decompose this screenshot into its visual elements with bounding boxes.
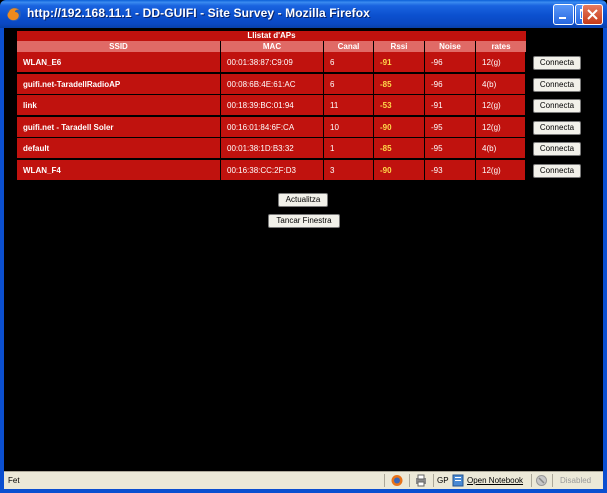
column-header-rates: rates bbox=[476, 41, 526, 52]
mac-cell: 00:18:39:BC:01:94 bbox=[221, 95, 324, 116]
channel-cell: 1 bbox=[324, 138, 374, 159]
page-content: Llistat d'APs SSID MAC Canal Rssi Noise … bbox=[4, 28, 603, 471]
rates-cell: 4(b) bbox=[476, 138, 526, 159]
noise-cell: -95 bbox=[425, 138, 476, 159]
minimize-button[interactable] bbox=[553, 4, 574, 25]
disabled-label: Disabled bbox=[560, 476, 592, 485]
column-header-noise: Noise bbox=[425, 41, 476, 52]
channel-cell: 3 bbox=[324, 159, 374, 181]
window-titlebar[interactable]: http://192.168.11.1 - DD-GUIFI - Site Su… bbox=[0, 0, 607, 28]
window-title: http://192.168.11.1 - DD-GUIFI - Site Su… bbox=[27, 6, 370, 20]
noise-cell: -91 bbox=[425, 95, 476, 116]
close-window-page-button[interactable]: Tancar Finestra bbox=[268, 214, 340, 228]
channel-cell: 6 bbox=[324, 73, 374, 95]
rssi-cell: -90 bbox=[374, 116, 425, 138]
channel-cell: 10 bbox=[324, 116, 374, 138]
ssid-cell: WLAN_E6 bbox=[17, 52, 221, 73]
mac-cell: 00:16:01:84:6F:CA bbox=[221, 116, 324, 138]
rssi-cell: -85 bbox=[374, 73, 425, 95]
ssid-cell: link bbox=[17, 95, 221, 116]
gp-label[interactable]: GP bbox=[437, 474, 449, 487]
column-header-mac: MAC bbox=[221, 41, 324, 52]
connect-button[interactable]: Connecta bbox=[533, 163, 581, 178]
rates-cell: 12(g) bbox=[476, 95, 526, 116]
rssi-cell: -85 bbox=[374, 138, 425, 159]
rates-cell: 12(g) bbox=[476, 159, 526, 181]
column-header-rssi: Rssi bbox=[374, 41, 425, 52]
mac-cell: 00:01:38:87:C9:09 bbox=[221, 52, 324, 73]
connect-button[interactable]: Connecta bbox=[533, 120, 581, 135]
refresh-button[interactable]: Actualitza bbox=[278, 193, 328, 207]
ssid-cell: default bbox=[17, 138, 221, 159]
rates-cell: 12(g) bbox=[476, 116, 526, 138]
connect-button[interactable]: Connecta bbox=[533, 56, 581, 70]
ssid-cell: WLAN_F4 bbox=[17, 159, 221, 181]
noise-cell: -96 bbox=[425, 73, 476, 95]
noise-cell: -95 bbox=[425, 116, 476, 138]
channel-cell: 6 bbox=[324, 52, 374, 73]
rssi-cell: -90 bbox=[374, 159, 425, 181]
minimize-icon bbox=[559, 17, 566, 19]
notebook-icon[interactable] bbox=[452, 474, 464, 487]
column-header-canal: Canal bbox=[324, 41, 374, 52]
close-icon bbox=[587, 9, 598, 20]
close-window-button[interactable] bbox=[582, 4, 603, 25]
rssi-cell: -91 bbox=[374, 52, 425, 73]
firefox-icon bbox=[6, 6, 22, 22]
noise-cell: -93 bbox=[425, 159, 476, 181]
firefox-status-icon[interactable] bbox=[390, 474, 404, 487]
status-bar: Fet GP Open Notebook Disabled bbox=[4, 471, 603, 489]
ssid-cell: guifi.net-TaradellRadioAP bbox=[17, 73, 221, 95]
open-notebook-link[interactable]: Open Notebook bbox=[467, 474, 523, 487]
connect-button[interactable]: Connecta bbox=[533, 99, 581, 113]
rates-cell: 4(b) bbox=[476, 73, 526, 95]
disabled-status-icon bbox=[535, 474, 548, 487]
rssi-cell: -53 bbox=[374, 95, 425, 116]
mac-cell: 00:16:38:CC:2F:D3 bbox=[221, 159, 324, 181]
connect-button[interactable]: Connecta bbox=[533, 142, 581, 156]
noise-cell: -96 bbox=[425, 52, 476, 73]
column-header-ssid: SSID bbox=[17, 41, 221, 52]
ssid-cell: guifi.net - Taradell Soler bbox=[17, 116, 221, 138]
mac-cell: 00:01:38:1D:B3:32 bbox=[221, 138, 324, 159]
connect-button[interactable]: Connecta bbox=[533, 77, 581, 92]
mac-cell: 00:08:6B:4E:61:AC bbox=[221, 73, 324, 95]
rates-cell: 12(g) bbox=[476, 52, 526, 73]
printer-icon[interactable] bbox=[414, 474, 428, 487]
status-text: Fet bbox=[8, 476, 20, 485]
channel-cell: 11 bbox=[324, 95, 374, 116]
